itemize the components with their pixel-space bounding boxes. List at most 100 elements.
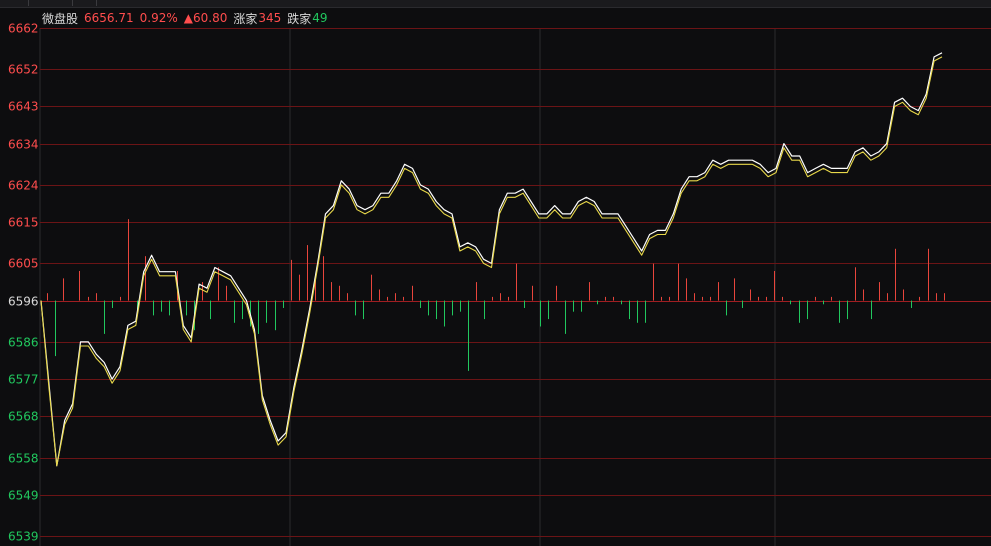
breadth-bar-84 — [726, 300, 727, 316]
breadth-bar-9 — [120, 296, 121, 301]
breadth-bar-86 — [742, 300, 743, 308]
price-line — [40, 52, 943, 467]
breadth-bar-68 — [597, 300, 598, 305]
breadth-bar-108 — [919, 296, 920, 301]
y-tick-label-6605: 6605 — [8, 257, 39, 271]
breadth-bar-6 — [96, 293, 97, 301]
breadth-bar-74 — [645, 300, 646, 323]
breadth-bar-43 — [395, 293, 396, 301]
breadth-bar-102 — [871, 300, 872, 320]
intraday-chart[interactable]: 6662 6652 6643 6634 6624 6615 6605 6596 6586 6577… — [0, 0, 991, 546]
breadth-bar-96 — [823, 300, 824, 305]
breadth-bar-36 — [339, 285, 340, 301]
breadth-bar-7 — [104, 300, 105, 334]
breadth-bar-32 — [307, 245, 308, 301]
breadth-bar-21 — [218, 267, 219, 301]
y-tick-label-6568: 6568 — [8, 410, 39, 424]
breadth-bar-97 — [831, 296, 832, 301]
price-lines — [40, 52, 943, 467]
breadth-bar-44 — [403, 296, 404, 301]
breadth-bar-31 — [299, 274, 300, 301]
breadth-bar-67 — [589, 282, 590, 301]
breadth-bar-5 — [88, 296, 89, 301]
breadth-bar-72 — [629, 300, 630, 320]
y-tick-label-6577: 6577 — [8, 373, 39, 387]
breadth-bar-66 — [581, 300, 582, 312]
breadth-bar-64 — [565, 300, 566, 334]
breadth-bar-78 — [678, 263, 679, 301]
breadth-bar-98 — [839, 300, 840, 323]
breadth-bar-24 — [242, 300, 243, 320]
breadth-bar-90 — [774, 270, 775, 301]
breadth-bar-92 — [790, 300, 791, 305]
breadth-bar-53 — [476, 282, 477, 301]
breadth-bar-49 — [444, 300, 445, 327]
breadth-bar-85 — [734, 278, 735, 301]
breadth-bar-39 — [363, 300, 364, 320]
breadth-bar-69 — [605, 296, 606, 301]
breadth-bar-73 — [637, 300, 638, 323]
breadth-bar-28 — [275, 300, 276, 331]
breadth-bar-27 — [266, 300, 267, 323]
breadth-bar-45 — [412, 285, 413, 301]
breadth-bar-23 — [234, 300, 235, 323]
breadth-bar-91 — [782, 296, 783, 301]
breadth-bar-54 — [484, 300, 485, 320]
breadth-bar-30 — [291, 259, 292, 301]
breadth-bar-76 — [661, 296, 662, 301]
breadth-bar-61 — [540, 300, 541, 327]
chart-window: 微盘股 6656.71 0.92% ▲60.80 涨家 345 跌家 49 66… — [0, 0, 991, 546]
breadth-bar-111 — [944, 293, 945, 301]
breadth-bar-103 — [879, 282, 880, 301]
breadth-bar-94 — [807, 300, 808, 320]
breadth-bar-81 — [702, 296, 703, 301]
breadth-bar-99 — [847, 300, 848, 320]
breadth-bar-8 — [112, 300, 113, 308]
y-tick-label-6549: 6549 — [8, 489, 39, 503]
breadth-bar-29 — [283, 300, 284, 308]
breadth-bar-22 — [226, 285, 227, 301]
breadth-bars — [47, 219, 945, 371]
breadth-bar-79 — [686, 278, 687, 301]
y-tick-label-6615: 6615 — [8, 216, 39, 230]
breadth-bar-62 — [548, 300, 549, 320]
breadth-bar-88 — [758, 296, 759, 301]
breadth-bar-109 — [928, 248, 929, 301]
breadth-bar-35 — [331, 282, 332, 301]
breadth-bar-17 — [186, 300, 187, 316]
breadth-bar-105 — [895, 248, 896, 301]
breadth-bar-13 — [153, 300, 154, 316]
breadth-bar-80 — [694, 293, 695, 301]
breadth-bar-100 — [855, 267, 856, 301]
breadth-bar-4 — [79, 270, 80, 301]
breadth-bar-34 — [323, 256, 324, 301]
breadth-bar-2 — [55, 300, 56, 357]
breadth-bar-50 — [452, 300, 453, 316]
breadth-bar-71 — [621, 300, 622, 305]
breadth-bar-26 — [258, 300, 259, 334]
breadth-bar-87 — [750, 289, 751, 301]
breadth-bar-82 — [710, 296, 711, 301]
breadth-bar-40 — [371, 274, 372, 301]
breadth-bar-48 — [436, 300, 437, 320]
breadth-bar-51 — [460, 300, 461, 312]
breadth-bar-58 — [516, 263, 517, 301]
breadth-bar-56 — [500, 293, 501, 301]
breadth-bar-37 — [347, 293, 348, 301]
y-tick-label-6624: 6624 — [8, 179, 39, 193]
y-axis: 6662 6652 6643 6634 6624 6615 6605 6596 6586 6577… — [8, 22, 39, 544]
y-tick-label-6558: 6558 — [8, 452, 39, 466]
breadth-bar-46 — [420, 300, 421, 308]
breadth-bar-57 — [508, 296, 509, 301]
breadth-bar-60 — [532, 285, 533, 301]
breadth-bar-38 — [355, 300, 356, 316]
breadth-bar-93 — [799, 300, 800, 323]
y-tick-label-6586: 6586 — [8, 336, 39, 350]
breadth-bar-63 — [556, 285, 557, 301]
breadth-bar-104 — [887, 293, 888, 301]
breadth-bar-14 — [161, 300, 162, 312]
breadth-bar-47 — [428, 300, 429, 316]
breadth-bar-15 — [169, 300, 170, 316]
breadth-bar-10 — [128, 219, 129, 301]
breadth-bar-77 — [669, 296, 670, 301]
